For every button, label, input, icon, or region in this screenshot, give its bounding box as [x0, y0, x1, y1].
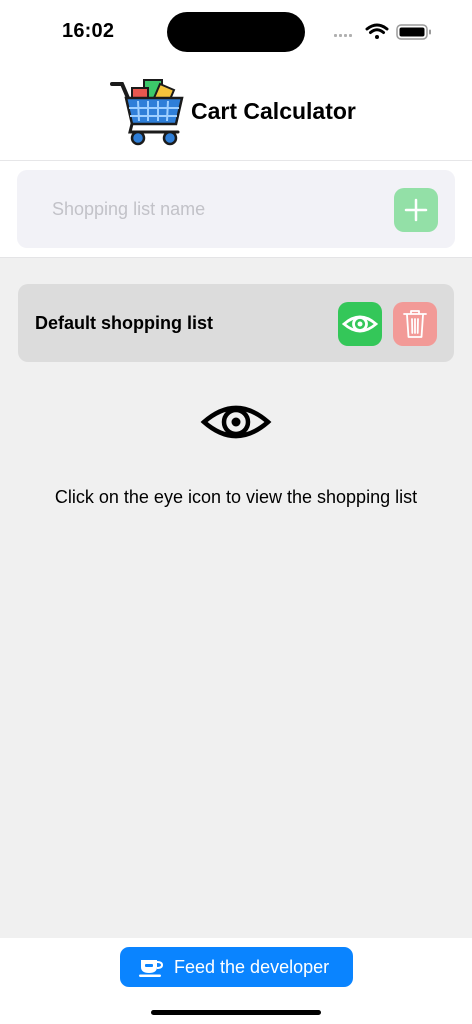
- feed-developer-label: Feed the developer: [174, 957, 330, 977]
- list-name-input[interactable]: [52, 194, 382, 224]
- footer: Feed the developer: [0, 938, 472, 1024]
- status-bar: 16:02: [0, 0, 472, 60]
- signal-icon: [334, 34, 352, 37]
- coffee-cup-icon: [139, 960, 164, 977]
- app-title: Cart Calculator: [191, 98, 356, 124]
- list-item-name: Default shopping list: [35, 313, 213, 333]
- feed-developer-button[interactable]: Feed the developer: [120, 947, 353, 987]
- app-header: Cart Calculator: [0, 60, 472, 161]
- new-list-form: [0, 161, 472, 258]
- plus-icon: [404, 198, 428, 222]
- view-list-button[interactable]: [338, 302, 382, 346]
- shopping-cart-logo-icon: [110, 79, 184, 146]
- eye-icon: [341, 315, 379, 333]
- hint-text: Click on the eye icon to view the shoppi…: [54, 487, 418, 507]
- delete-list-button[interactable]: [393, 302, 437, 346]
- wifi-icon: [365, 23, 389, 39]
- battery-icon: [396, 24, 431, 40]
- trash-icon: [403, 310, 427, 338]
- dynamic-island: [167, 12, 305, 52]
- status-time: 16:02: [62, 20, 115, 42]
- status-icons: [334, 23, 431, 40]
- list-item: Default shopping list: [18, 284, 454, 362]
- eye-icon: [200, 405, 272, 439]
- add-list-button[interactable]: [394, 188, 438, 232]
- home-indicator: [151, 1010, 321, 1015]
- shopping-lists-section: Default shopping list Click on the eye i…: [0, 258, 472, 938]
- list-name-field-container: [17, 170, 455, 248]
